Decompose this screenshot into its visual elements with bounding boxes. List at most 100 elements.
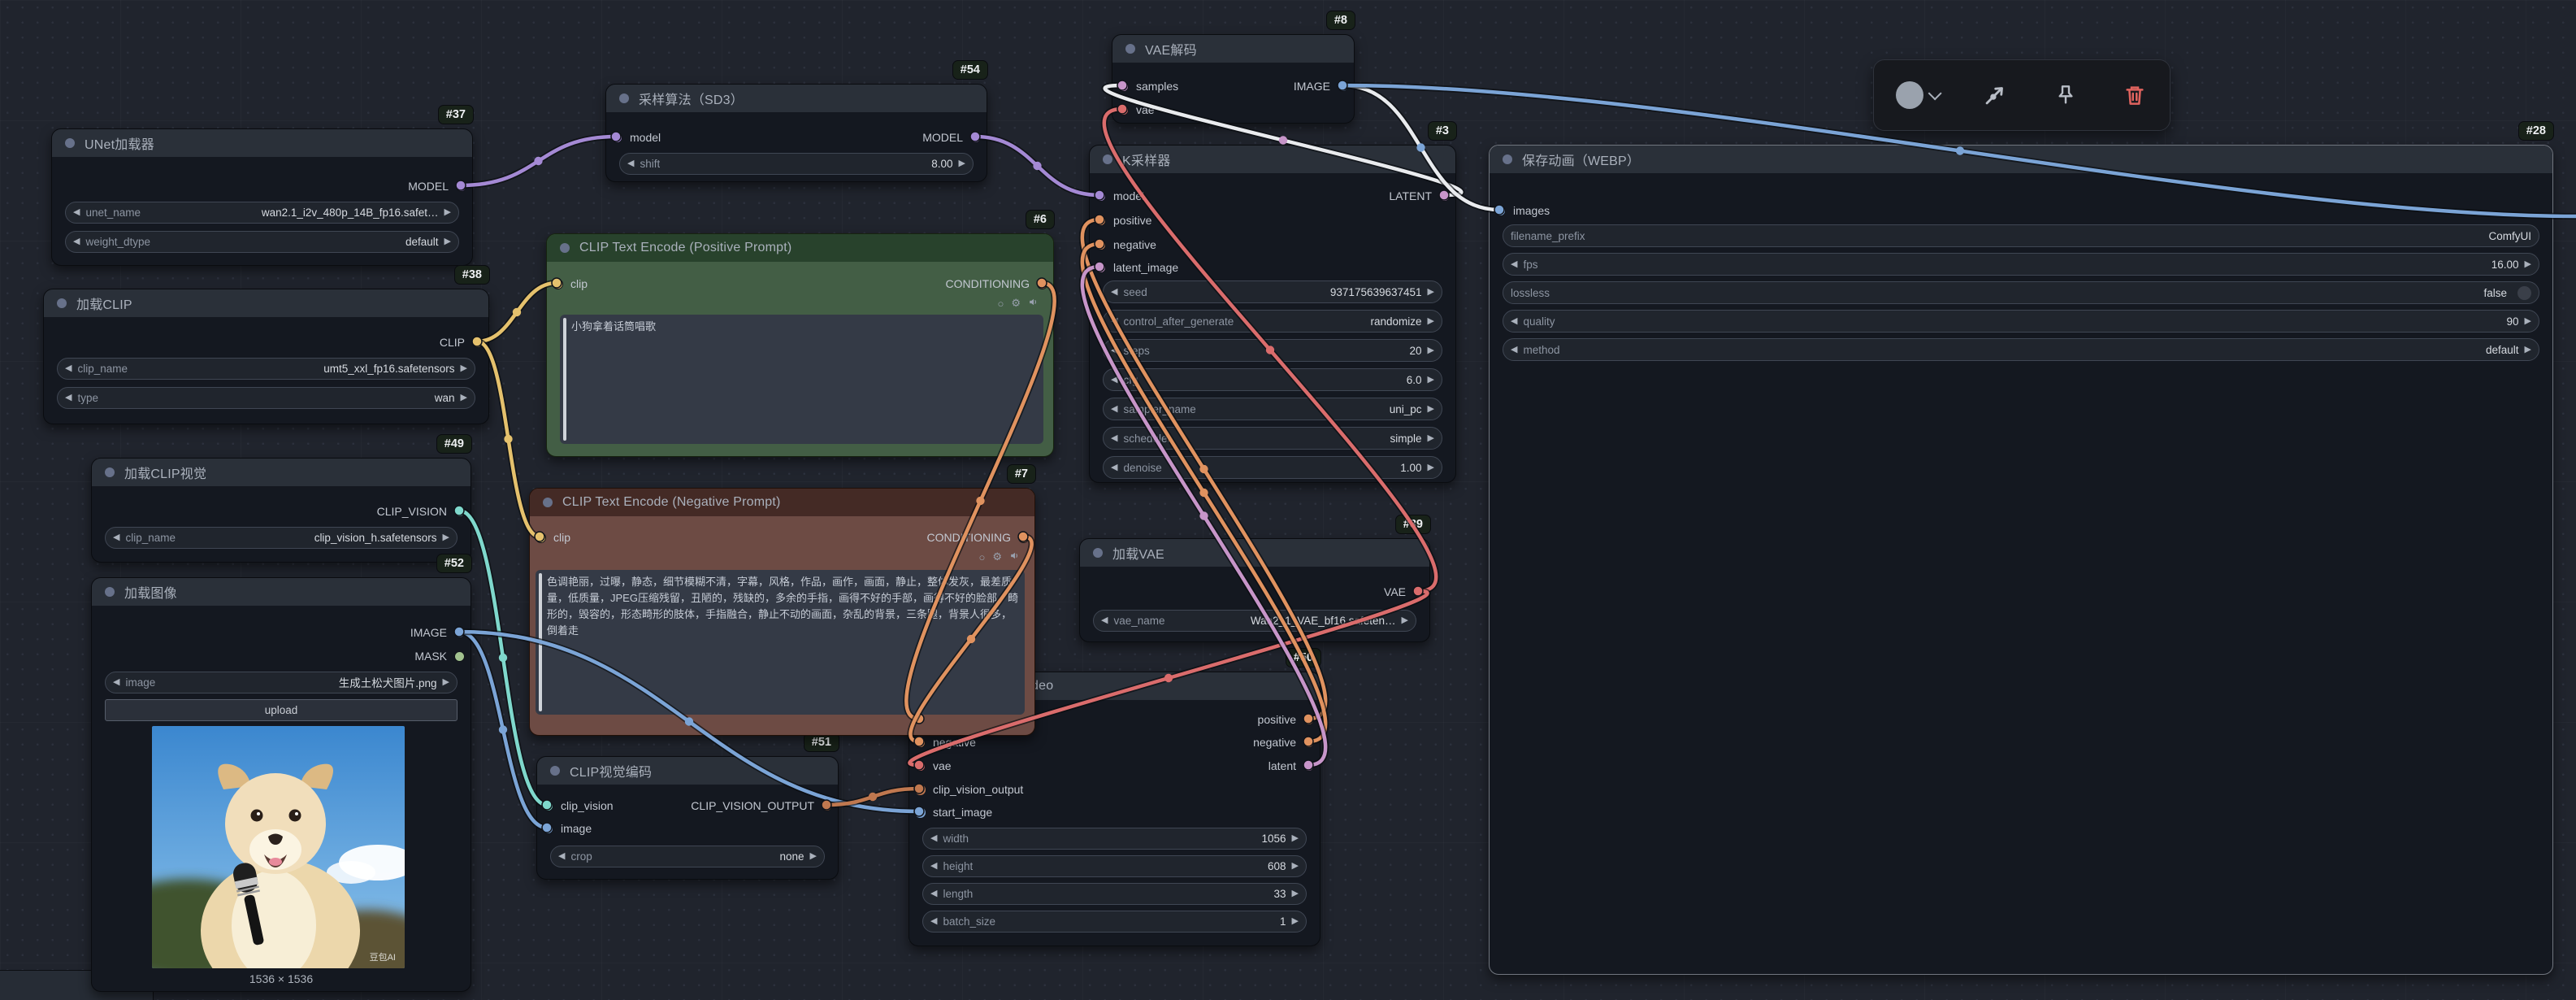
latent-output-port[interactable] xyxy=(1303,761,1314,772)
widget-clip_name[interactable]: ◀clip_nameclip_vision_h.safetensors▶ xyxy=(105,527,458,549)
widget-lossless[interactable]: losslessfalse xyxy=(1503,281,2539,304)
widget-weight_dtype[interactable]: ◀weight_dtypedefault▶ xyxy=(65,231,459,253)
decrement-arrow-icon[interactable]: ◀ xyxy=(930,834,937,843)
decrement-arrow-icon[interactable]: ◀ xyxy=(930,917,937,926)
collapse-dot-icon[interactable] xyxy=(65,138,75,148)
clip_vision_output-input-port[interactable] xyxy=(915,785,926,795)
collapse-dot-icon[interactable] xyxy=(560,243,570,253)
increment-arrow-icon[interactable]: ▶ xyxy=(445,237,451,246)
increment-arrow-icon[interactable]: ▶ xyxy=(1402,616,1408,625)
widget-sampler_name[interactable]: ◀sampler_nameuni_pc▶ xyxy=(1103,398,1442,420)
widget-image[interactable]: ◀image生成土松犬图片.png▶ xyxy=(105,672,458,693)
decrement-arrow-icon[interactable]: ◀ xyxy=(113,678,119,687)
node-28[interactable]: 保存动画（WEBP）#28imagesfilename_prefixComfyU… xyxy=(1489,145,2553,975)
IMAGE-output-port[interactable] xyxy=(1338,81,1348,92)
node-39[interactable]: 加载VAE#39VAE◀vae_nameWan2_1_VAE_bf16.safe… xyxy=(1079,538,1430,642)
MODEL-output-port[interactable] xyxy=(456,181,466,192)
node-8[interactable]: VAE解码#8samplesvaeIMAGE xyxy=(1112,34,1355,124)
decrement-arrow-icon[interactable]: ◀ xyxy=(930,862,937,871)
decrement-arrow-icon[interactable]: ◀ xyxy=(113,533,119,542)
collapse-dot-icon[interactable] xyxy=(105,587,115,597)
model-input-port[interactable] xyxy=(612,133,622,143)
decrement-arrow-icon[interactable]: ◀ xyxy=(1511,346,1517,354)
decrement-arrow-icon[interactable]: ◀ xyxy=(1111,288,1117,297)
delete-button[interactable] xyxy=(2122,82,2148,108)
node-header[interactable]: 加载VAE xyxy=(1080,539,1429,567)
vae-input-port[interactable] xyxy=(915,761,926,772)
decrement-arrow-icon[interactable]: ◀ xyxy=(1511,260,1517,269)
widget-clip_name[interactable]: ◀clip_nameumt5_xxl_fp16.safetensors▶ xyxy=(57,358,475,380)
prompt-textarea[interactable]: 小狗拿着话筒唱歌 xyxy=(560,315,1043,444)
increment-arrow-icon[interactable]: ▶ xyxy=(1292,862,1299,871)
widget-crop[interactable]: ◀cropnone▶ xyxy=(550,846,825,867)
collapse-dot-icon[interactable] xyxy=(1503,154,1512,164)
node-52[interactable]: 加载图像#52IMAGEMASK◀image生成土松犬图片.png▶upload xyxy=(91,577,471,992)
widget-scheduler[interactable]: ◀schedulersimple▶ xyxy=(1103,427,1442,450)
widget-width[interactable]: ◀width1056▶ xyxy=(922,828,1307,850)
node-header[interactable]: CLIP Text Encode (Positive Prompt) xyxy=(547,234,1053,262)
node-54[interactable]: 采样算法（SD3）#54modelMODEL◀shift8.00▶ xyxy=(605,84,987,182)
decrement-arrow-icon[interactable]: ◀ xyxy=(1111,317,1117,326)
CONDITIONING-output-port[interactable] xyxy=(1037,279,1047,289)
images-input-port[interactable] xyxy=(1495,206,1506,216)
node-header[interactable]: 采样算法（SD3） xyxy=(606,85,987,112)
increment-arrow-icon[interactable]: ▶ xyxy=(1428,376,1434,385)
CLIP_VISION-output-port[interactable] xyxy=(454,507,465,517)
negative-input-port[interactable] xyxy=(1095,240,1106,250)
widget-denoise[interactable]: ◀denoise1.00▶ xyxy=(1103,456,1442,479)
decrement-arrow-icon[interactable]: ◀ xyxy=(65,393,72,402)
decrement-arrow-icon[interactable]: ◀ xyxy=(1511,317,1517,326)
node-header[interactable]: 加载CLIP视觉 xyxy=(92,459,471,486)
increment-arrow-icon[interactable]: ▶ xyxy=(443,678,449,687)
increment-arrow-icon[interactable]: ▶ xyxy=(1292,889,1299,898)
positive-output-port[interactable] xyxy=(1303,715,1314,725)
node-header[interactable]: K采样器 xyxy=(1090,146,1455,173)
speaker-icon[interactable] xyxy=(1028,297,1039,310)
node-color-button[interactable] xyxy=(1896,81,1938,109)
widget-cfg[interactable]: ◀cfg6.0▶ xyxy=(1103,368,1442,391)
widget-unet_name[interactable]: ◀unet_namewan2.1_i2v_480p_14B_fp16.safet… xyxy=(65,202,459,224)
increment-arrow-icon[interactable]: ▶ xyxy=(445,208,451,217)
CLIP-output-port[interactable] xyxy=(472,337,483,348)
prompt-textarea[interactable]: 色调艳丽，过曝，静态，细节模糊不清，字幕，风格，作品，画作，画面，静止，整体发灰… xyxy=(536,570,1025,715)
node-7[interactable]: CLIP Text Encode (Negative Prompt)#7clip… xyxy=(529,488,1035,736)
widget-quality[interactable]: ◀quality90▶ xyxy=(1503,310,2539,333)
increment-arrow-icon[interactable]: ▶ xyxy=(1292,917,1299,926)
gear-icon[interactable]: ⚙ xyxy=(992,550,1002,563)
increment-arrow-icon[interactable]: ▶ xyxy=(1428,317,1434,326)
decrement-arrow-icon[interactable]: ◀ xyxy=(627,159,634,168)
node-graph-canvas[interactable]: UNet加载器#37MODEL◀unet_namewan2.1_i2v_480p… xyxy=(0,0,2576,1000)
node-38[interactable]: 加载CLIP#38CLIP◀clip_nameumt5_xxl_fp16.saf… xyxy=(43,289,489,424)
collapse-dot-icon[interactable] xyxy=(105,467,115,477)
increment-arrow-icon[interactable]: ▶ xyxy=(1428,434,1434,443)
node-header[interactable]: CLIP Text Encode (Negative Prompt) xyxy=(530,489,1034,516)
node-header[interactable]: UNet加载器 xyxy=(52,129,472,157)
decrement-arrow-icon[interactable]: ◀ xyxy=(1111,346,1117,355)
IMAGE-output-port[interactable] xyxy=(454,628,465,638)
circle-icon[interactable]: ○ xyxy=(997,298,1004,310)
increment-arrow-icon[interactable]: ▶ xyxy=(1428,463,1434,472)
negative-output-port[interactable] xyxy=(1303,737,1314,748)
decrement-arrow-icon[interactable]: ◀ xyxy=(558,852,565,861)
start_image-input-port[interactable] xyxy=(915,807,926,818)
CLIP_VISION_OUTPUT-output-port[interactable] xyxy=(822,801,832,811)
node-header[interactable]: VAE解码 xyxy=(1112,35,1354,63)
widget-vae_name[interactable]: ◀vae_nameWan2_1_VAE_bf16.safeten…▶ xyxy=(1093,610,1416,632)
node-header[interactable]: 保存动画（WEBP） xyxy=(1490,146,2552,173)
negative-input-port[interactable] xyxy=(915,737,926,748)
increment-arrow-icon[interactable]: ▶ xyxy=(810,852,817,861)
toggle-knob[interactable] xyxy=(2517,286,2531,300)
model-input-port[interactable] xyxy=(1095,191,1106,202)
widget-shift[interactable]: ◀shift8.00▶ xyxy=(619,153,974,175)
collapse-dot-icon[interactable] xyxy=(57,298,67,308)
collapse-dot-icon[interactable] xyxy=(1093,548,1103,558)
collapse-dot-icon[interactable] xyxy=(550,766,560,776)
collapse-dot-icon[interactable] xyxy=(1103,154,1112,164)
increment-arrow-icon[interactable]: ▶ xyxy=(1428,346,1434,355)
image-input-port[interactable] xyxy=(543,824,553,834)
decrement-arrow-icon[interactable]: ◀ xyxy=(1111,463,1117,472)
increment-arrow-icon[interactable]: ▶ xyxy=(2525,317,2531,326)
widget-length[interactable]: ◀length33▶ xyxy=(922,883,1307,905)
gear-icon[interactable]: ⚙ xyxy=(1011,297,1021,310)
decrement-arrow-icon[interactable]: ◀ xyxy=(1111,376,1117,385)
